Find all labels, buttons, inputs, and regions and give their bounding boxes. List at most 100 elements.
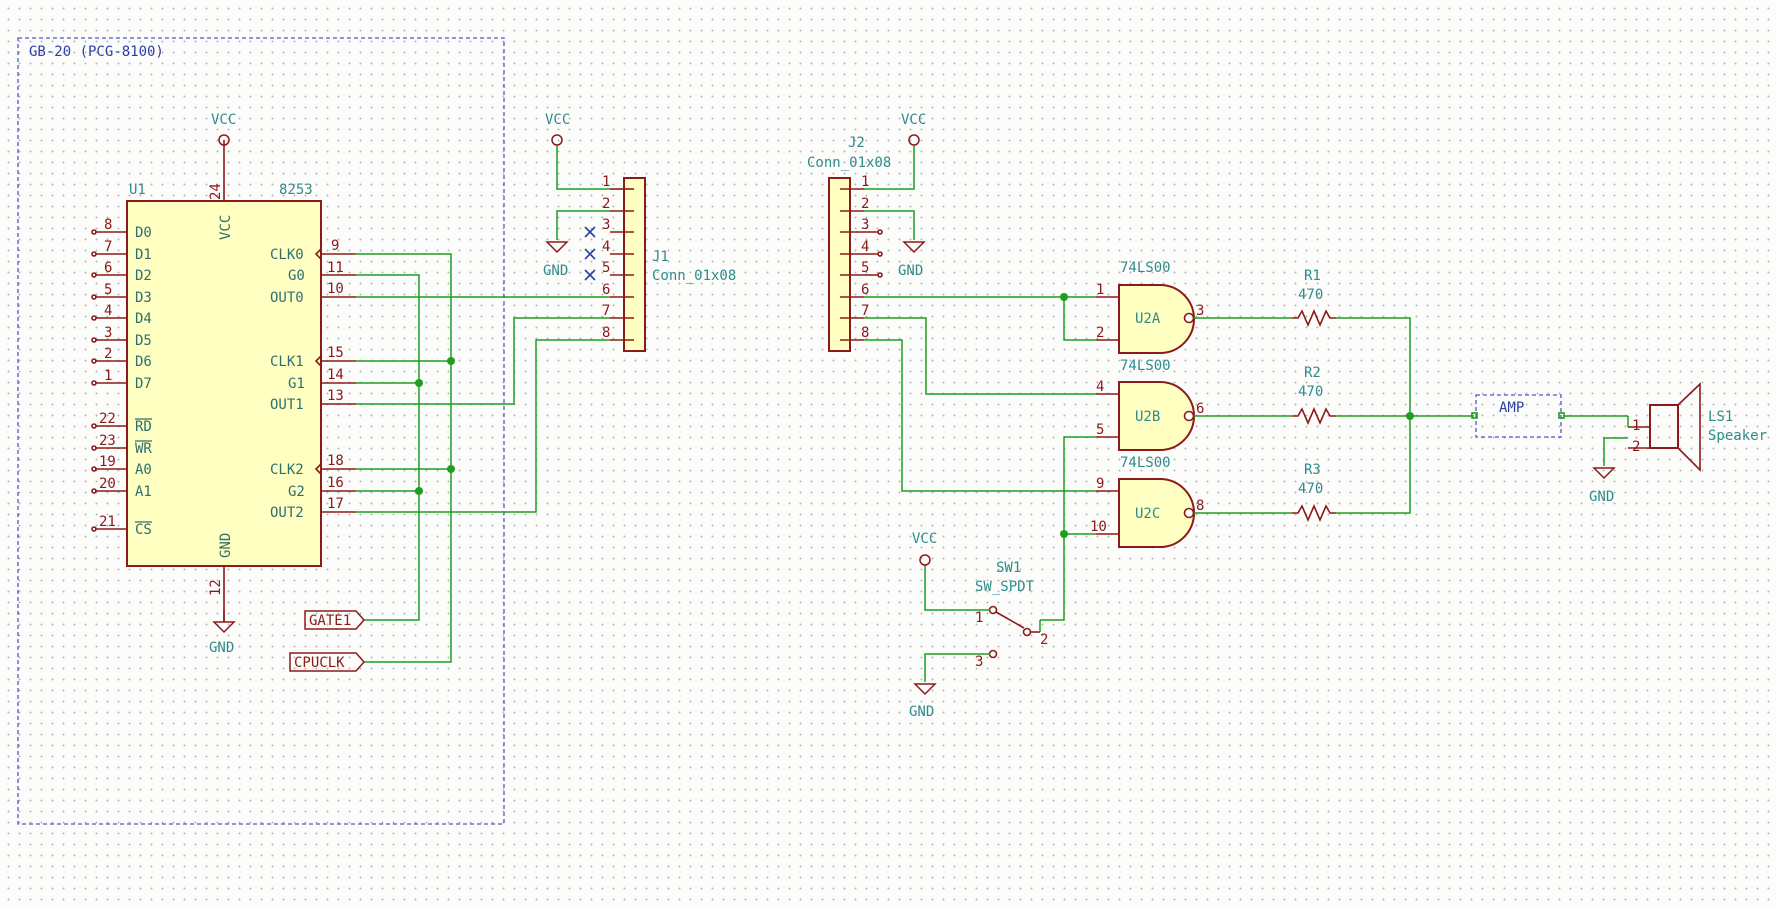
u1-pin-num: 9 <box>331 238 339 254</box>
u1-pin-num: 8 <box>104 217 112 233</box>
j2-body <box>828 177 851 352</box>
u1-pin-num: 11 <box>327 260 344 276</box>
r2-resistor[interactable]: R2 470 <box>1292 365 1336 426</box>
u1-pin-name: OUT0 <box>270 290 304 306</box>
j2-pin-num: 7 <box>861 303 869 319</box>
u2c-ref: U2C <box>1135 506 1160 522</box>
j1-pin-num: 8 <box>602 325 610 341</box>
sw1-value: SW_SPDT <box>975 579 1035 595</box>
u1-gnd-pin-num: 12 <box>208 579 224 596</box>
u1-pin-name: A1 <box>135 484 152 500</box>
j1-pin-num: 2 <box>602 196 610 212</box>
u2b-nand-gate[interactable]: 4 5 6 U2B 74LS00 <box>1096 358 1204 451</box>
u1-pin-name: D6 <box>135 354 152 370</box>
r1-value: 470 <box>1298 287 1323 303</box>
u1-pin-name: A0 <box>135 462 152 478</box>
cpuclk-label[interactable]: CPUCLK <box>289 652 366 672</box>
u2a-in1-num: 1 <box>1096 282 1104 298</box>
gate1-label[interactable]: GATE1 <box>304 610 366 630</box>
u1-pin-num: 15 <box>327 345 344 361</box>
u1-pin-num: 19 <box>99 454 116 470</box>
u2b-value: 74LS00 <box>1120 358 1171 374</box>
j2-ref: J2 <box>848 135 865 151</box>
u1-pin-name: D4 <box>135 311 152 327</box>
r1-ref: R1 <box>1304 268 1321 284</box>
u1-pin-num: 5 <box>104 282 112 298</box>
u1-pin-name: CS <box>135 522 152 538</box>
u1-pin-name: CLK0 <box>270 247 304 263</box>
u1-pin-num: 3 <box>104 325 112 341</box>
u2c-in2-num: 10 <box>1090 519 1107 535</box>
gnd-label: GND <box>209 640 234 656</box>
r1-resistor[interactable]: R1 470 <box>1292 268 1336 328</box>
u1-pin-name: CLK1 <box>270 354 304 370</box>
gnd-label: GND <box>898 263 923 279</box>
u2c-in1-num: 9 <box>1096 476 1104 492</box>
u1-pin-num: 21 <box>99 514 116 530</box>
ls1-gnd: GND <box>1589 437 1628 505</box>
j2-pin-num: 4 <box>861 239 869 255</box>
u1-8253-timer[interactable]: U1 8253 24 VCC 12 GND 8 7 6 5 4 3 2 1 22… <box>91 140 356 622</box>
j2-pin-num: 6 <box>861 282 869 298</box>
sw1-pin2-num: 2 <box>1040 632 1048 648</box>
j1-pin-num: 4 <box>602 239 610 255</box>
u2b-in1-num: 4 <box>1096 379 1104 395</box>
u1-pin-num: 17 <box>327 496 344 512</box>
u1-pin-num: 16 <box>327 475 344 491</box>
u1-junctions <box>415 357 455 495</box>
u1-pin-name: D5 <box>135 333 152 349</box>
r3-value: 470 <box>1298 481 1323 497</box>
u2b-in2-num: 5 <box>1096 422 1104 438</box>
u2a-nand-gate[interactable]: 1 2 3 U2A 74LS00 <box>1096 260 1204 354</box>
gnd-label: GND <box>909 704 934 720</box>
r2-ref: R2 <box>1304 365 1321 381</box>
u2c-value: 74LS00 <box>1120 455 1171 471</box>
u2a-out-num: 3 <box>1196 303 1204 319</box>
gnd-label: GND <box>1589 489 1614 505</box>
u1-pin-name: D2 <box>135 268 152 284</box>
j2-pin-num: 5 <box>861 260 869 276</box>
schematic-canvas[interactable]: GB-20 (PCG-8100) U1 8253 24 VCC 12 GND 8… <box>0 0 1776 909</box>
u2c-nand-gate[interactable]: 9 10 8 U2C 74LS00 <box>1090 455 1204 548</box>
u1-pin-num: 13 <box>327 388 344 404</box>
ls1-ref: LS1 <box>1708 409 1733 425</box>
j2-pin-num: 8 <box>861 325 869 341</box>
ls1-pin2-num: 2 <box>1632 439 1640 455</box>
j2-pin-num: 3 <box>861 217 869 233</box>
vcc-label: VCC <box>211 112 236 128</box>
r3-resistor[interactable]: R3 470 <box>1292 462 1336 523</box>
u1-pin-num: 23 <box>99 433 116 449</box>
u1-pin-num: 22 <box>99 411 116 427</box>
j1-pin-num: 1 <box>602 174 610 190</box>
u1-pin-name: OUT2 <box>270 505 304 521</box>
u1-pin-name: WR <box>135 441 152 457</box>
sw1-power: VCC GND <box>909 531 937 720</box>
u1-pin-name: D7 <box>135 376 152 392</box>
u1-pin-num: 1 <box>104 368 112 384</box>
ls1-value: Speaker <box>1708 428 1767 444</box>
mix-junction <box>1406 412 1414 420</box>
vcc-label: VCC <box>901 112 926 128</box>
u1-wires <box>356 253 610 663</box>
j2-value: Conn_01x08 <box>807 155 891 171</box>
u2a-value: 74LS00 <box>1120 260 1171 276</box>
u2a-ref: U2A <box>1135 311 1161 327</box>
amp-block[interactable]: AMP <box>1471 394 1565 438</box>
u1-vcc-pin-name: VCC <box>218 215 234 240</box>
j1-pin-num: 5 <box>602 260 610 276</box>
u2b-out-num: 6 <box>1196 401 1204 417</box>
j2-pin-num: 2 <box>861 196 869 212</box>
j1-value: Conn_01x08 <box>652 268 736 284</box>
u1-pin-num: 4 <box>104 303 112 319</box>
u2a-in2-num: 2 <box>1096 325 1104 341</box>
j1-no-connect-markers <box>584 226 596 281</box>
gate1-label-text: GATE1 <box>309 613 351 629</box>
u2b-ref: U2B <box>1135 409 1160 425</box>
j1-connector[interactable]: 1 2 3 4 5 6 7 8 J1 Conn_01x08 <box>602 174 736 352</box>
sw1-pin1-num: 1 <box>975 610 983 626</box>
ls1-speaker[interactable]: 1 2 LS1 Speaker <box>1628 382 1767 472</box>
u1-pin-name: RD <box>135 419 152 435</box>
u1-pin-num: 14 <box>327 367 344 383</box>
j1-pin-num: 7 <box>602 303 610 319</box>
u1-pin-name: D1 <box>135 247 152 263</box>
